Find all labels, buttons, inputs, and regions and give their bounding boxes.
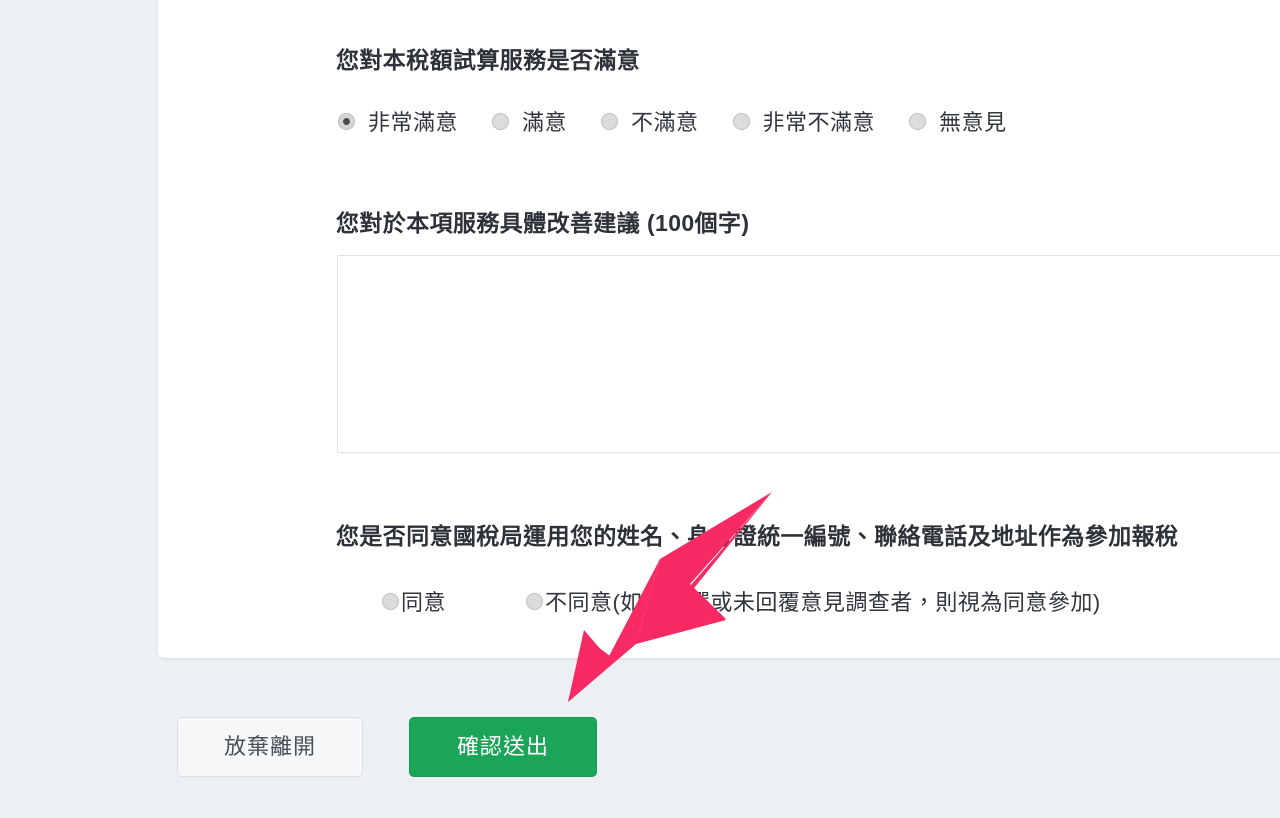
- consent-option-disagree[interactable]: 不同意: [526, 585, 613, 617]
- satisfaction-option-label: 不滿意: [631, 110, 699, 135]
- radio-icon-very-unsatisfied[interactable]: [732, 112, 750, 130]
- submit-button[interactable]: 確認送出: [409, 717, 597, 777]
- satisfaction-option-very-unsatisfied[interactable]: 非常不滿意: [732, 105, 876, 137]
- consent-options-group: 同意 不同意 (如未勾選或未回覆意見調查者，則視為同意參加): [382, 585, 1101, 617]
- satisfaction-option-label: 非常滿意: [368, 110, 459, 135]
- survey-card: 您對本稅額試算服務是否滿意 非常滿意 滿意 不滿意 非常不滿意 無意見 您對於本…: [158, 0, 1280, 658]
- satisfaction-option-unsatisfied[interactable]: 不滿意: [601, 105, 699, 137]
- satisfaction-option-no-opinion[interactable]: 無意見: [909, 105, 1007, 137]
- consent-note: (如未勾選或未回覆意見調查者，則視為同意參加): [612, 590, 1101, 615]
- consent-option-label: 不同意: [545, 590, 613, 615]
- suggestion-input[interactable]: [337, 255, 1280, 453]
- radio-icon-disagree[interactable]: [526, 592, 544, 610]
- satisfaction-option-label: 非常不滿意: [762, 110, 876, 135]
- survey-card-content: 您對本稅額試算服務是否滿意 非常滿意 滿意 不滿意 非常不滿意 無意見 您對於本…: [336, 0, 1280, 658]
- radio-icon-very-satisfied[interactable]: [338, 112, 355, 130]
- radio-icon-unsatisfied[interactable]: [601, 112, 619, 130]
- satisfaction-option-label: 無意見: [939, 110, 1007, 135]
- consent-option-agree[interactable]: 同意: [382, 585, 446, 617]
- satisfaction-question-title: 您對本稅額試算服務是否滿意: [336, 47, 641, 73]
- survey-page: 您對本稅額試算服務是否滿意 非常滿意 滿意 不滿意 非常不滿意 無意見 您對於本…: [0, 0, 1280, 818]
- satisfaction-option-label: 滿意: [522, 110, 568, 135]
- satisfaction-option-very-satisfied[interactable]: 非常滿意: [338, 105, 458, 137]
- radio-icon-satisfied[interactable]: [492, 112, 510, 130]
- satisfaction-options-group: 非常滿意 滿意 不滿意 非常不滿意 無意見: [338, 105, 1007, 137]
- consent-option-label: 同意: [401, 590, 447, 615]
- cancel-button[interactable]: 放棄離開: [177, 717, 363, 777]
- satisfaction-option-satisfied[interactable]: 滿意: [492, 105, 567, 137]
- radio-icon-agree[interactable]: [382, 592, 399, 610]
- consent-question-title: 您是否同意國稅局運用您的姓名、身分證統一編號、聯絡電話及地址作為參加報稅: [336, 523, 1179, 549]
- suggestion-question-title: 您對於本項服務具體改善建議 (100個字): [336, 210, 750, 236]
- radio-icon-no-opinion[interactable]: [909, 112, 927, 130]
